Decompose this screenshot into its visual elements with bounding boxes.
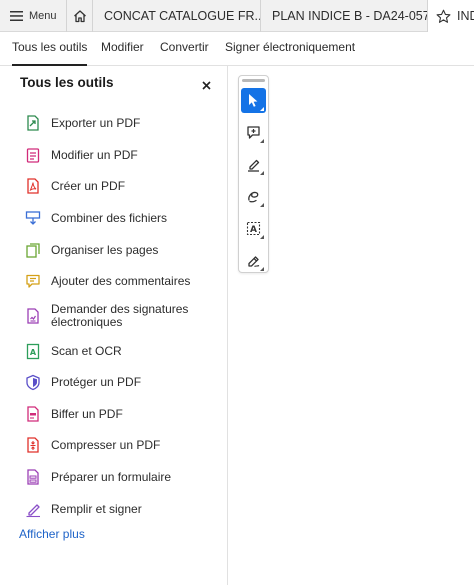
tool-organize-pages[interactable]: Organiser les pages bbox=[24, 242, 214, 259]
tool-scan-ocr[interactable]: A Scan et OCR bbox=[24, 343, 214, 360]
tool-label: Demander des signatures électroniques bbox=[51, 302, 189, 329]
text-select-icon: A bbox=[246, 221, 261, 235]
menu-label: Menu bbox=[29, 10, 57, 22]
panel-title: Tous les outils bbox=[20, 75, 114, 90]
home-icon bbox=[73, 10, 86, 23]
tool-label: Créer un PDF bbox=[51, 179, 126, 193]
document-tab-2[interactable]: PLAN INDICE B - DA24-057... bbox=[261, 0, 428, 32]
tool-combine-files[interactable]: Combiner des fichiers bbox=[24, 210, 214, 227]
home-button[interactable] bbox=[67, 0, 93, 32]
tool-fill-sign[interactable]: Remplir et signer bbox=[24, 501, 214, 518]
document-tab-label: PLAN INDICE B - DA24-057... bbox=[272, 9, 428, 23]
toolbar-grip[interactable] bbox=[242, 79, 265, 82]
close-icon bbox=[201, 80, 211, 90]
tool-options-indicator bbox=[260, 267, 264, 271]
tool-add-comments[interactable]: Ajouter des commentaires bbox=[24, 273, 214, 290]
protect-pdf-icon bbox=[24, 374, 41, 391]
add-comment-icon bbox=[247, 126, 260, 139]
tool-label: Remplir et signer bbox=[51, 502, 142, 516]
nav-convert[interactable]: Convertir bbox=[160, 32, 209, 66]
text-select-button[interactable]: A bbox=[241, 216, 266, 241]
tool-export-pdf[interactable]: Exporter un PDF bbox=[24, 115, 214, 132]
quick-tools-bar: A bbox=[238, 75, 269, 273]
compress-pdf-icon bbox=[24, 437, 41, 454]
document-tab-1[interactable]: CONCAT CATALOGUE FR... bbox=[93, 0, 261, 32]
redact-pdf-icon bbox=[24, 406, 41, 423]
tool-label: Organiser les pages bbox=[51, 243, 159, 257]
close-panel-button[interactable] bbox=[199, 78, 213, 92]
menu-button[interactable]: Menu bbox=[0, 0, 67, 32]
document-tab-label: CONCAT CATALOGUE FR... bbox=[104, 9, 261, 23]
sign-pen-icon bbox=[248, 256, 260, 267]
nav-all-tools[interactable]: Tous les outils bbox=[12, 32, 88, 66]
request-signature-icon bbox=[24, 307, 41, 325]
add-comment-button[interactable] bbox=[241, 120, 266, 145]
highlight-pen-icon bbox=[248, 159, 260, 172]
tool-compress-pdf[interactable]: Compresser un PDF bbox=[24, 437, 214, 454]
browser-tab-strip: Menu CONCAT CATALOGUE FR... PLAN INDICE … bbox=[0, 0, 474, 32]
select-tool-button[interactable] bbox=[241, 88, 266, 113]
tool-options-indicator bbox=[260, 203, 264, 207]
nav-edit[interactable]: Modifier bbox=[101, 32, 144, 66]
tool-options-indicator bbox=[260, 235, 264, 239]
scan-ocr-icon: A bbox=[24, 343, 41, 360]
nav-e-sign[interactable]: Signer électroniquement bbox=[225, 32, 355, 66]
tool-label: Protéger un PDF bbox=[51, 375, 142, 389]
tool-label: Exporter un PDF bbox=[51, 116, 141, 130]
top-navigation: Tous les outils Modifier Convertir Signe… bbox=[0, 32, 474, 66]
tool-label: Modifier un PDF bbox=[51, 148, 138, 162]
all-tools-panel: Tous les outils Exporter un PDF Modifier… bbox=[0, 66, 228, 585]
tool-edit-pdf[interactable]: Modifier un PDF bbox=[24, 147, 214, 164]
star-icon[interactable] bbox=[436, 9, 451, 24]
combine-files-icon bbox=[24, 210, 41, 227]
tool-label: Ajouter des commentaires bbox=[51, 274, 191, 288]
draw-tool-button[interactable] bbox=[241, 184, 266, 209]
highlight-tool-button[interactable] bbox=[241, 152, 266, 177]
hamburger-icon bbox=[10, 11, 23, 21]
tool-redact-pdf[interactable]: Biffer un PDF bbox=[24, 406, 214, 423]
tool-options-indicator bbox=[260, 107, 264, 111]
prepare-form-icon bbox=[24, 469, 41, 486]
tool-label: Biffer un PDF bbox=[51, 407, 123, 421]
tool-options-indicator bbox=[260, 139, 264, 143]
show-more-link[interactable]: Afficher plus bbox=[19, 527, 85, 541]
fill-sign-icon bbox=[24, 501, 41, 518]
tool-request-signatures[interactable]: Demander des signatures électroniques bbox=[24, 303, 214, 329]
tool-protect-pdf[interactable]: Protéger un PDF bbox=[24, 374, 214, 391]
tool-label: Compresser un PDF bbox=[51, 438, 161, 452]
tool-label: Combiner des fichiers bbox=[51, 211, 168, 225]
select-cursor-icon bbox=[249, 94, 258, 107]
comment-icon bbox=[24, 273, 41, 290]
edit-pdf-icon bbox=[24, 147, 41, 164]
tool-label: Scan et OCR bbox=[51, 344, 122, 358]
document-tab-3[interactable]: IND bbox=[428, 0, 474, 32]
tool-options-indicator bbox=[260, 171, 264, 175]
document-tab-label: IND bbox=[457, 9, 474, 23]
tool-create-pdf[interactable]: Créer un PDF bbox=[24, 178, 214, 195]
svg-text:A: A bbox=[29, 348, 36, 357]
organize-pages-icon bbox=[24, 242, 41, 259]
freehand-draw-icon bbox=[248, 191, 259, 203]
tool-prepare-form[interactable]: Préparer un formulaire bbox=[24, 469, 214, 486]
sign-tool-button[interactable] bbox=[241, 248, 266, 273]
svg-text:A: A bbox=[250, 225, 257, 235]
tool-label: Préparer un formulaire bbox=[51, 470, 172, 484]
create-pdf-icon bbox=[24, 178, 41, 195]
export-pdf-icon bbox=[24, 115, 41, 132]
